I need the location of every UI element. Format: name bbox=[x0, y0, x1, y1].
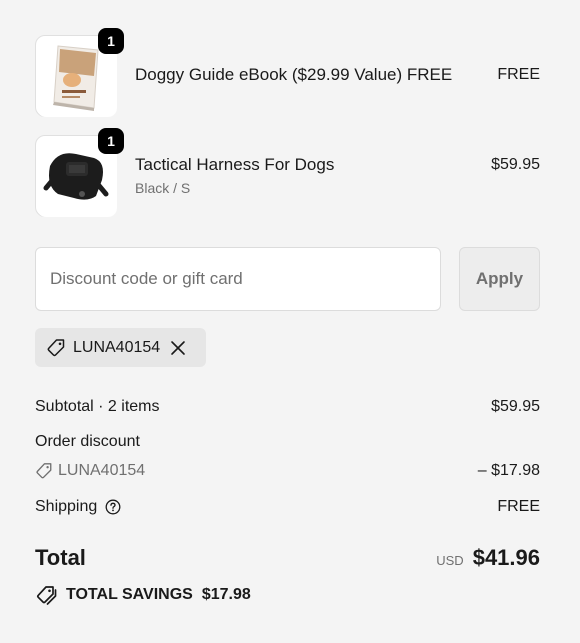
discount-value: – $17.98 bbox=[477, 462, 540, 479]
help-icon[interactable] bbox=[105, 499, 121, 515]
applied-code-label: LUNA40154 bbox=[73, 338, 161, 356]
currency-code: USD bbox=[436, 553, 464, 568]
item-price: FREE bbox=[497, 66, 540, 83]
item-variant: Black / S bbox=[135, 180, 191, 196]
shipping-label: Shipping bbox=[35, 498, 98, 515]
line-item: 1 Doggy Guide eBook ($29.99 Value) FREE … bbox=[35, 28, 540, 117]
tag-icon bbox=[36, 463, 52, 479]
product-thumbnail: 1 bbox=[35, 28, 124, 117]
tag-icon bbox=[47, 338, 65, 356]
savings-label: TOTAL SAVINGS bbox=[66, 586, 193, 603]
item-name: Doggy Guide eBook ($29.99 Value) FREE bbox=[135, 65, 453, 84]
applied-discount-chip: LUNA40154 bbox=[35, 328, 206, 367]
subtotal-label: Subtotal · 2 items bbox=[35, 398, 160, 415]
remove-discount-button[interactable] bbox=[170, 340, 186, 356]
order-summary: 1 Doggy Guide eBook ($29.99 Value) FREE … bbox=[0, 0, 580, 643]
item-name: Tactical Harness For Dogs bbox=[135, 155, 335, 174]
quantity-badge: 1 bbox=[98, 128, 124, 154]
discount-code-label: LUNA40154 bbox=[58, 462, 146, 479]
quantity-badge: 1 bbox=[98, 28, 124, 54]
shipping-value: FREE bbox=[497, 498, 540, 515]
line-item: 1 Tactical Harness For Dogs Black / S $5… bbox=[35, 128, 540, 217]
apply-button[interactable]: Apply bbox=[459, 247, 540, 311]
total-savings: TOTAL SAVINGS $17.98 bbox=[35, 585, 251, 605]
total-price: USD $41.96 bbox=[436, 545, 540, 571]
tags-icon bbox=[36, 586, 57, 605]
total-label: Total bbox=[35, 545, 86, 570]
order-discount-label: Order discount bbox=[35, 433, 140, 450]
discount-code-input[interactable] bbox=[35, 247, 441, 311]
subtotal-value: $59.95 bbox=[491, 398, 540, 415]
product-thumbnail: 1 bbox=[35, 128, 124, 217]
total-value: $41.96 bbox=[472, 545, 540, 570]
item-price: $59.95 bbox=[491, 156, 540, 173]
savings-value: $17.98 bbox=[201, 586, 251, 603]
close-icon[interactable] bbox=[170, 340, 186, 356]
